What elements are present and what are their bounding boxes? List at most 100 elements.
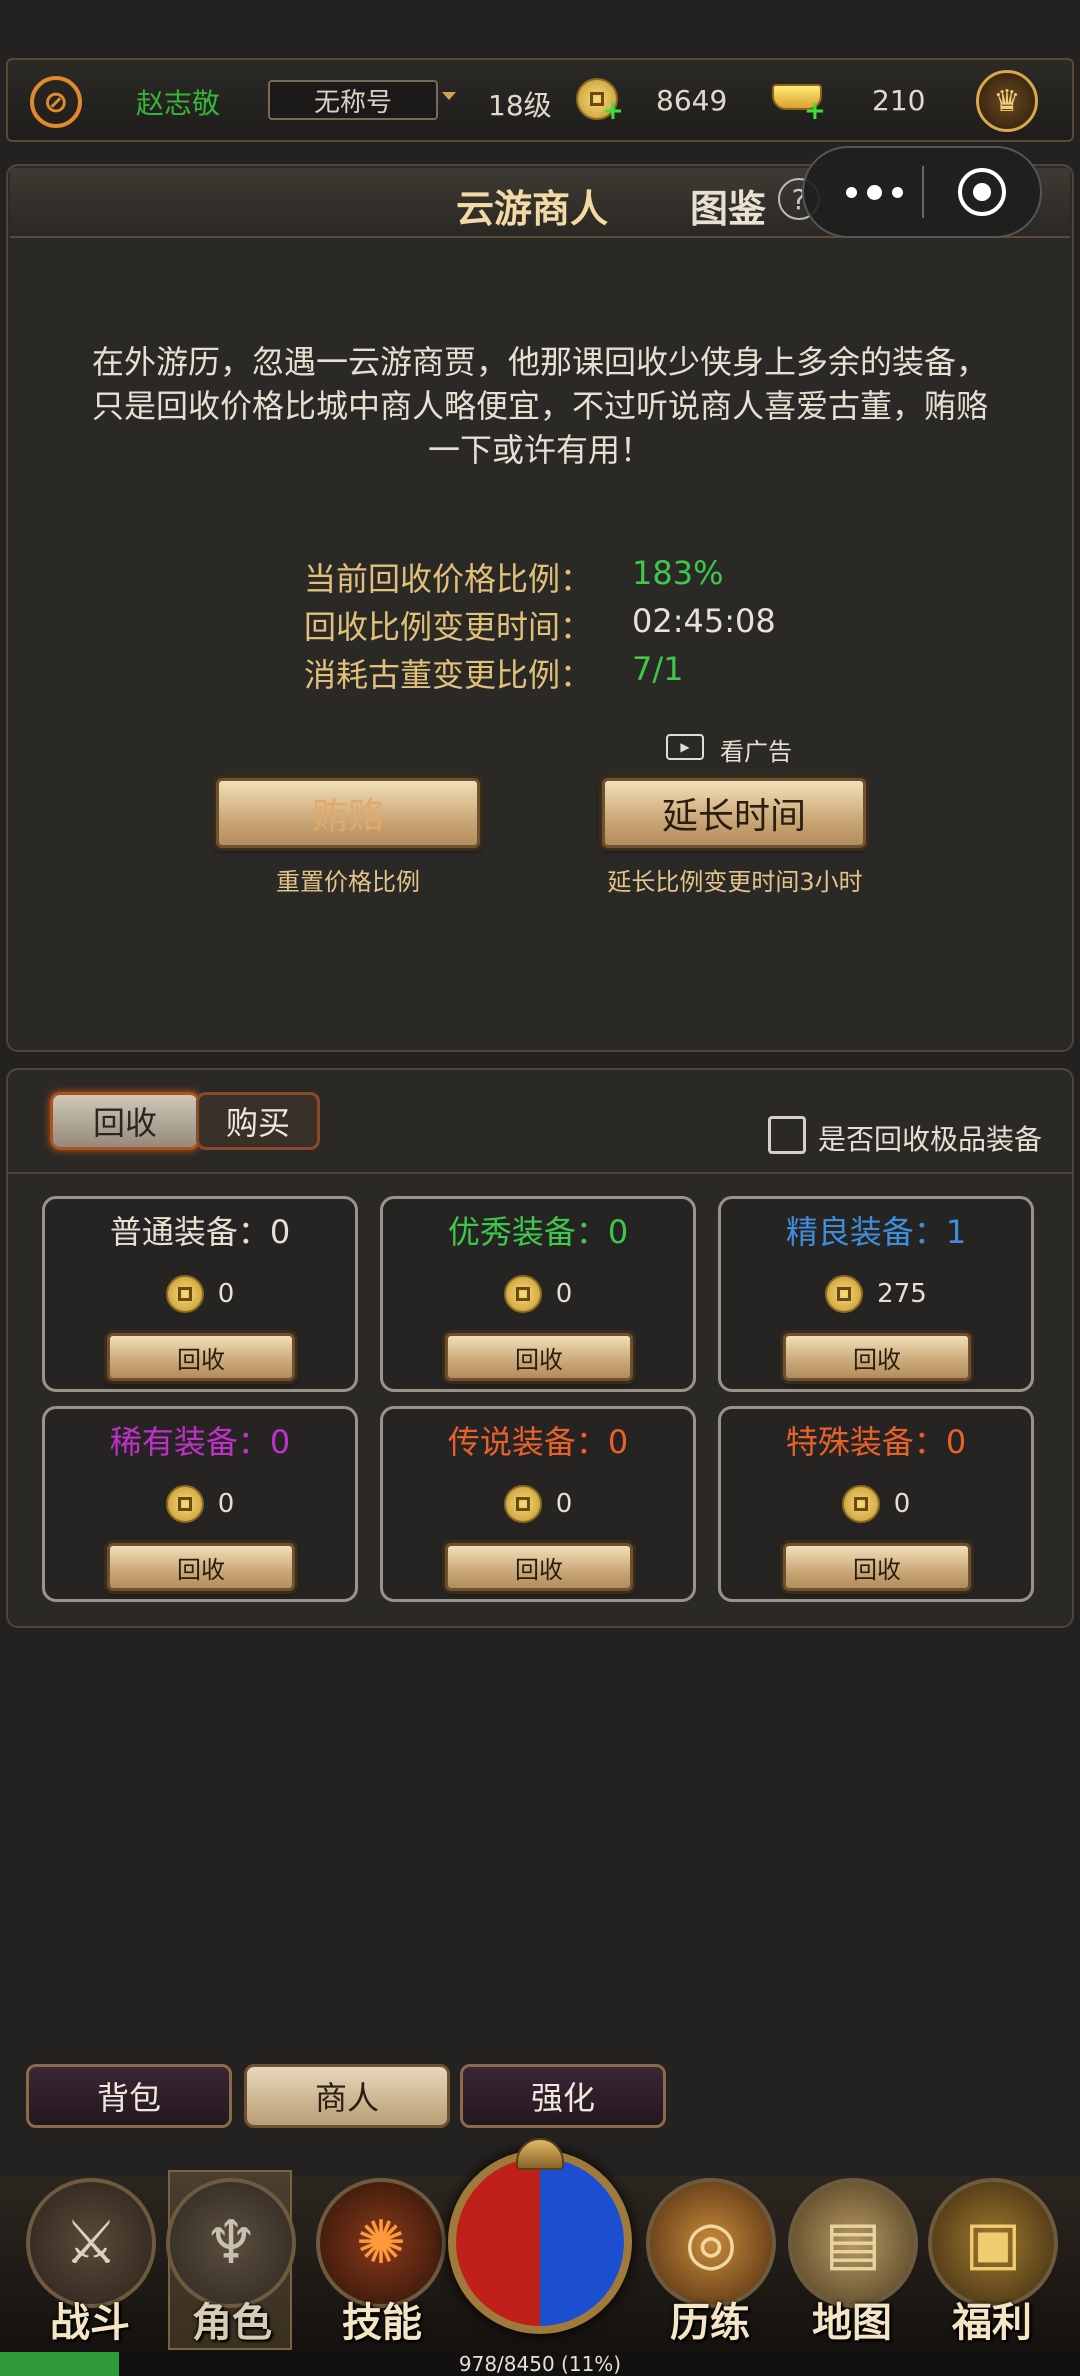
menu-swirl-icon[interactable]: ⊘ [30,76,82,128]
recycle-excellent-button[interactable]: 回收 [445,1333,633,1381]
tab-catalog[interactable]: 图鉴 [690,178,766,233]
recycle-common-button-label: 回收 [177,1345,225,1374]
recycle-special-button-label: 回收 [853,1555,901,1584]
treasure-chest-icon[interactable]: ▣ [928,2178,1058,2308]
tab-enhance[interactable]: 强化 [460,2064,666,2128]
orb-crest-icon [516,2138,564,2170]
more-options-icon[interactable] [832,176,916,208]
tab-backpack[interactable]: 背包 [26,2064,232,2128]
ratio-change-time-value: 02:45:08 [632,602,776,640]
price-ratio-value: 183% [632,554,724,592]
training-icon[interactable]: ◎ [646,2178,776,2308]
recycle-card-legendary: 传说装备：0 0 回收 [380,1406,696,1602]
excellent-price-value: 0 [555,1279,573,1309]
add-gold-icon[interactable]: + [804,96,826,126]
watch-ad-label: 看广告 [720,738,792,766]
chevron-down-icon[interactable] [442,92,456,100]
legendary-price: 0 [383,1485,693,1523]
nav-welfare-label[interactable]: 福利 [922,2290,1062,2348]
recycle-card-rare: 稀有装备：0 0 回收 [42,1406,358,1602]
extend-time-subtitle: 延长比例变更时间3小时 [607,868,863,896]
common-price-value: 0 [217,1279,235,1309]
title-select-value: 无称号 [313,87,392,118]
skills-icon[interactable]: ✺ [316,2178,446,2308]
tab-merchant-label: 商人 [314,2079,379,2117]
recycle-legendary-button[interactable]: 回收 [445,1543,633,1591]
extend-time-button-label: 延长时间 [661,796,806,837]
tab-buy-label: 购买 [225,1104,290,1142]
add-copper-icon[interactable]: + [602,96,624,126]
fine-price-value: 275 [877,1279,927,1309]
recycle-panel-divider [8,1172,1072,1174]
tab-wandering-merchant[interactable]: 云游商人 [456,178,608,233]
tab-recycle[interactable]: 回收 [50,1092,200,1150]
nav-map-label[interactable]: 地图 [782,2290,922,2348]
common-equipment-count: 普通装备：0 [109,1213,291,1251]
title-select[interactable]: 无称号 [268,80,438,120]
bribe-button[interactable]: 贿赂 [216,778,480,848]
antique-ratio-value: 7/1 [632,650,684,688]
legendary-equipment-count: 传说装备：0 [447,1423,629,1461]
battle-icon[interactable]: ⚔ [26,2178,156,2308]
recycle-legendary-button-label: 回收 [515,1555,563,1584]
recycle-fine-button-label: 回收 [853,1345,901,1374]
tab-recycle-label: 回收 [92,1104,157,1142]
recycle-premium-checkbox[interactable] [768,1116,806,1154]
fine-equipment-count: 精良装备：1 [785,1213,967,1251]
bribe-button-label: 贿赂 [311,796,384,837]
special-price: 0 [721,1485,1031,1523]
recycle-card-common: 普通装备：0 0 回收 [42,1196,358,1392]
coin-icon [503,1275,542,1313]
extend-time-button[interactable]: 延长时间 [602,778,866,848]
legendary-price-value: 0 [555,1489,573,1519]
level-label: 18级 [488,89,552,122]
merchant-description-line-3: 一下或许有用！ [427,431,652,469]
recycle-rare-button-label: 回收 [177,1555,225,1584]
recycle-special-button[interactable]: 回收 [783,1543,971,1591]
coin-icon [503,1485,542,1523]
tab-enhance-label: 强化 [530,2079,595,2117]
coin-icon [165,1485,204,1523]
fine-price: 275 [721,1275,1031,1313]
nav-character-label[interactable]: 角色 [162,2290,302,2348]
tab-buy[interactable]: 购买 [196,1092,320,1150]
recycle-excellent-button-label: 回收 [515,1345,563,1374]
merchant-description-line-2: 只是回收价格比城中商人略便宜，不过听说商人喜爱古董，贿赂 [91,387,988,425]
common-price: 0 [45,1275,355,1313]
nav-training-label[interactable]: 历练 [640,2290,780,2348]
recycle-fine-button[interactable]: 回收 [783,1333,971,1381]
excellent-equipment-count: 优秀装备：0 [447,1213,629,1251]
bribe-subtitle: 重置价格比例 [276,868,420,896]
price-ratio-label: 当前回收价格比例： [304,560,593,598]
coin-icon [165,1275,204,1313]
capsule-divider [922,166,924,218]
recycle-premium-label: 是否回收极品装备 [818,1123,1043,1156]
nav-skills-label[interactable]: 技能 [312,2290,452,2348]
excellent-price: 0 [383,1275,693,1313]
recycle-rare-button[interactable]: 回收 [107,1543,295,1591]
recycle-card-fine: 精良装备：1 275 回收 [718,1196,1034,1392]
special-price-value: 0 [893,1489,911,1519]
exp-label: 978/8450 (11%) [458,2352,622,2376]
merchant-description-line-1: 在外游历，忽遇一云游商贾，他那课回收少侠身上多余的装备， [91,343,988,381]
rare-equipment-count: 稀有装备：0 [109,1423,291,1461]
character-icon[interactable]: ♆ [166,2178,296,2308]
recycle-card-excellent: 优秀装备：0 0 回收 [380,1196,696,1392]
recycle-common-button[interactable]: 回收 [107,1333,295,1381]
antique-ratio-label: 消耗古董变更比例： [304,656,593,694]
ratio-change-time-label: 回收比例变更时间： [304,608,593,646]
rare-price-value: 0 [217,1489,235,1519]
special-equipment-count: 特殊装备：0 [785,1423,967,1461]
coin-icon [825,1275,864,1313]
close-miniprogram-icon[interactable] [958,168,1006,216]
tab-merchant[interactable]: 商人 [244,2064,450,2128]
video-ad-icon: ▶ [666,734,704,760]
gold-amount: 210 [872,84,926,117]
coin-icon [841,1485,880,1523]
username[interactable]: 赵志敬 [136,82,220,122]
nav-battle-label[interactable]: 战斗 [20,2290,160,2348]
tab-backpack-label: 背包 [96,2079,161,2117]
hp-mp-orb[interactable] [448,2150,632,2334]
map-icon[interactable]: ▤ [788,2178,918,2308]
vip-crown-icon[interactable]: ♛ [976,70,1038,132]
